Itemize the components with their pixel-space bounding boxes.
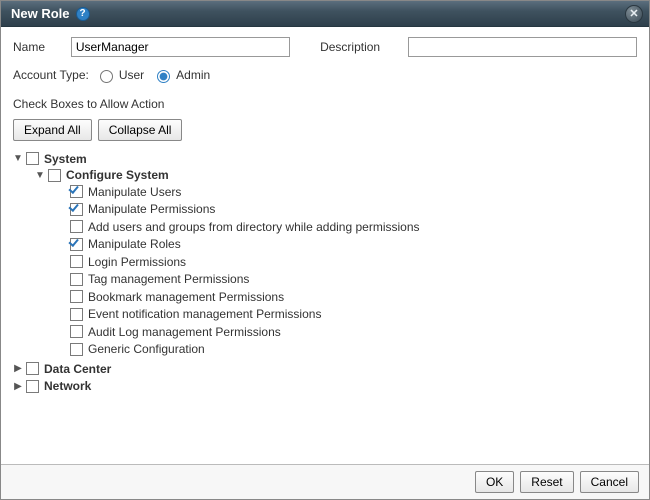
- tree-node-bookmark-management-permissions: ▶Bookmark management Permissions: [57, 287, 633, 305]
- checkbox-bookmark-management-permissions[interactable]: [70, 290, 83, 303]
- caret-down-icon[interactable]: ▼: [35, 170, 45, 181]
- checkbox-data-center[interactable]: [26, 362, 39, 375]
- account-type-user-option[interactable]: User: [95, 67, 144, 83]
- tree-node-tag-management-permissions: ▶Tag management Permissions: [57, 270, 633, 288]
- reset-button[interactable]: Reset: [520, 471, 573, 493]
- tree-node-login-permissions: ▶Login Permissions: [57, 252, 633, 270]
- tree-row: ▶ Network: [13, 379, 91, 393]
- account-type-user-text: User: [119, 68, 144, 82]
- ok-button[interactable]: OK: [475, 471, 514, 493]
- tree-node-manipulate-permissions: ▶Manipulate Permissions: [57, 200, 633, 218]
- account-type-user-radio[interactable]: [100, 70, 113, 83]
- checkbox-manipulate-users[interactable]: [70, 185, 83, 198]
- tree-children: ▼Configure System▶Manipulate Users▶Manip…: [13, 166, 633, 359]
- tree-label: Generic Configuration: [88, 342, 205, 356]
- tree-row: ▶ Data Center: [13, 362, 111, 376]
- tree-row: ▶Generic Configuration: [57, 342, 205, 356]
- name-input[interactable]: [71, 37, 290, 57]
- tree-row: ▼ Configure System: [35, 168, 169, 182]
- tree-label: Manipulate Users: [88, 185, 181, 199]
- checkbox-tag-management-permissions[interactable]: [70, 273, 83, 286]
- description-label: Description: [320, 40, 400, 54]
- tree-label: Configure System: [66, 168, 169, 182]
- help-icon[interactable]: ?: [76, 7, 90, 21]
- tree-buttons: Expand All Collapse All: [13, 119, 637, 141]
- tree-row: ▶Tag management Permissions: [57, 272, 249, 286]
- account-type-admin-radio[interactable]: [157, 70, 170, 83]
- caret-down-icon[interactable]: ▼: [13, 153, 23, 164]
- dialog-footer: OK Reset Cancel: [1, 464, 649, 499]
- tree-label: Manipulate Permissions: [88, 202, 215, 216]
- cancel-button[interactable]: Cancel: [580, 471, 639, 493]
- tree-label: Audit Log management Permissions: [88, 325, 281, 339]
- caret-right-icon[interactable]: ▶: [13, 363, 23, 374]
- account-type-row: Account Type: User Admin: [13, 67, 637, 83]
- tree-node-network: ▶ Network: [13, 377, 633, 395]
- checkbox-login-permissions[interactable]: [70, 255, 83, 268]
- tree-node-system: ▼System▼Configure System▶Manipulate User…: [13, 149, 633, 359]
- titlebar: New Role ? ✕: [1, 1, 649, 27]
- tree-row: ▶Bookmark management Permissions: [57, 290, 284, 304]
- checkbox-audit-log-management-permissions[interactable]: [70, 325, 83, 338]
- tree-row: ▼ System: [13, 152, 87, 166]
- tree-children: ▶Manipulate Users ▶Manipulate Permissions…: [35, 182, 633, 357]
- tree-label: Network: [44, 379, 91, 393]
- tree-node-audit-log-management-permissions: ▶Audit Log management Permissions: [57, 322, 633, 340]
- account-type-label: Account Type:: [13, 68, 89, 82]
- checkbox-network[interactable]: [26, 380, 39, 393]
- checkbox-add-users-groups-directory[interactable]: [70, 220, 83, 233]
- permissions-heading: Check Boxes to Allow Action: [13, 97, 637, 111]
- checkbox-configure-system[interactable]: [48, 169, 61, 182]
- checkbox-manipulate-permissions[interactable]: [70, 203, 83, 216]
- description-input[interactable]: [408, 37, 637, 57]
- checkbox-system[interactable]: [26, 152, 39, 165]
- tree-label: Data Center: [44, 362, 111, 376]
- permissions-tree-scroll[interactable]: ▼System▼Configure System▶Manipulate User…: [13, 149, 637, 460]
- collapse-all-button[interactable]: Collapse All: [98, 119, 183, 141]
- name-label: Name: [13, 40, 63, 54]
- checkbox-event-notification-management-permissions[interactable]: [70, 308, 83, 321]
- permissions-tree: ▼System▼Configure System▶Manipulate User…: [13, 149, 633, 394]
- tree-row: ▶Manipulate Roles: [57, 237, 181, 251]
- tree-row: ▶Audit Log management Permissions: [57, 325, 281, 339]
- account-type-admin-option[interactable]: Admin: [152, 67, 210, 83]
- close-icon[interactable]: ✕: [625, 5, 643, 23]
- name-row: Name Description: [13, 37, 637, 57]
- tree-label: Bookmark management Permissions: [88, 290, 284, 304]
- caret-right-icon[interactable]: ▶: [13, 381, 23, 392]
- tree-row: ▶Event notification management Permissio…: [57, 307, 321, 321]
- dialog-body: Name Description Account Type: User Admi…: [1, 27, 649, 464]
- tree-node-manipulate-roles: ▶Manipulate Roles: [57, 235, 633, 253]
- tree-row: ▶Manipulate Permissions: [57, 202, 215, 216]
- tree-label: Add users and groups from directory whil…: [88, 220, 420, 234]
- dialog-title: New Role: [11, 6, 70, 21]
- account-type-admin-text: Admin: [176, 68, 210, 82]
- checkbox-manipulate-roles[interactable]: [70, 238, 83, 251]
- tree-label: Event notification management Permission…: [88, 307, 321, 321]
- checkbox-generic-configuration[interactable]: [70, 343, 83, 356]
- tree-node-event-notification-management-permissions: ▶Event notification management Permissio…: [57, 305, 633, 323]
- tree-label: Login Permissions: [88, 255, 186, 269]
- expand-all-button[interactable]: Expand All: [13, 119, 92, 141]
- tree-node-manipulate-users: ▶Manipulate Users: [57, 182, 633, 200]
- tree-label: System: [44, 152, 87, 166]
- tree-node-configure-system: ▼Configure System▶Manipulate Users▶Manip…: [35, 166, 633, 359]
- tree-row: ▶Add users and groups from directory whi…: [57, 220, 420, 234]
- tree-label: Manipulate Roles: [88, 237, 181, 251]
- tree-row: ▶Login Permissions: [57, 255, 186, 269]
- tree-node-generic-configuration: ▶Generic Configuration: [57, 340, 633, 358]
- new-role-dialog: New Role ? ✕ Name Description Account Ty…: [0, 0, 650, 500]
- tree-node-data-center: ▶ Data Center: [13, 359, 633, 377]
- tree-row: ▶Manipulate Users: [57, 185, 181, 199]
- tree-node-add-users-groups-directory: ▶Add users and groups from directory whi…: [57, 217, 633, 235]
- tree-label: Tag management Permissions: [88, 272, 249, 286]
